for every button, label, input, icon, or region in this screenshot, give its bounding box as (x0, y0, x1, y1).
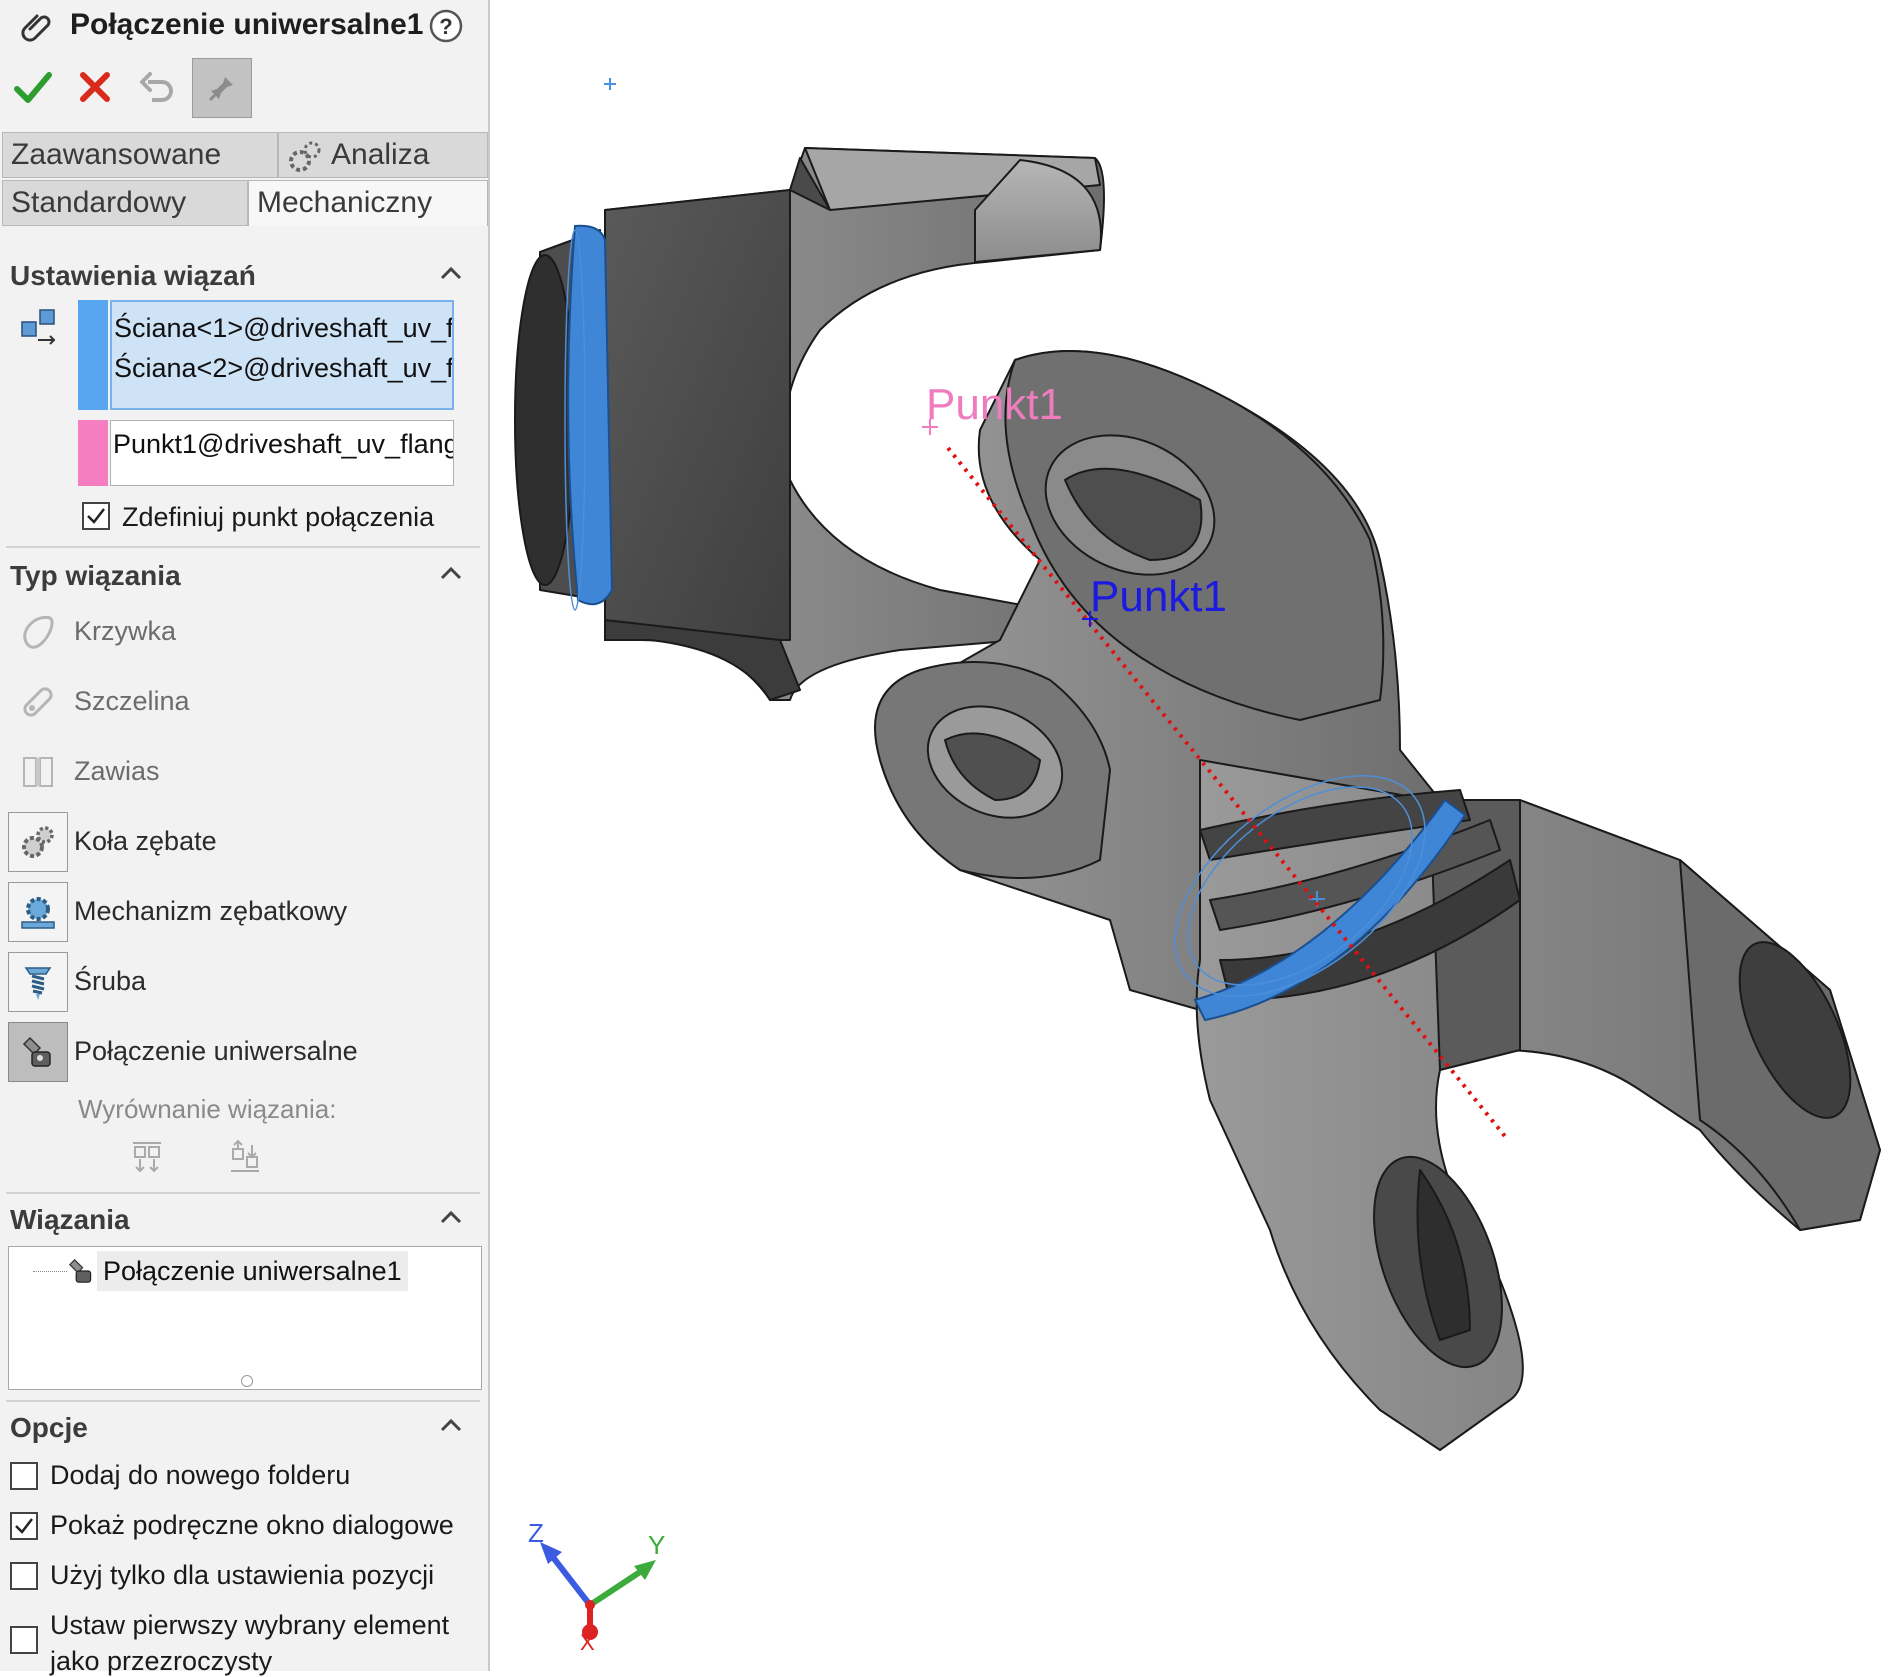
origin-marker-icon (604, 78, 616, 90)
point1-label-pink: Punkt1 (926, 380, 1063, 429)
checkmark-icon (14, 72, 52, 103)
mate-type-section-header[interactable]: Typ wiązania (0, 556, 480, 596)
graphics-viewport[interactable]: Punkt1 Punkt1 Z Y X (490, 0, 1892, 1671)
triad-y-label: Y (648, 1530, 666, 1560)
ok-checkmark-button[interactable] (10, 64, 56, 110)
triad-z-label: Z (528, 1518, 544, 1548)
tab-analiza[interactable]: Analiza (278, 132, 488, 178)
mate-type-slot[interactable]: Szczelina (8, 672, 478, 732)
section-divider (6, 546, 480, 548)
mate-selections-icon (18, 306, 62, 350)
pushpin-icon (208, 77, 233, 102)
property-manager-panel: Połączenie uniwersalne1 ? Zaawansowane A… (0, 0, 490, 1676)
paperclip-icon (20, 8, 56, 44)
gears-icon (289, 141, 321, 172)
chevron-up-icon[interactable] (436, 258, 466, 288)
help-question-icon[interactable]: ? (428, 8, 464, 44)
make-transparent-label-line2: jako przezroczysty (50, 1646, 273, 1676)
mate-type-hinge[interactable]: Zawias (8, 742, 478, 802)
point-color-swatch (78, 420, 108, 486)
anti-aligned-button[interactable] (222, 1134, 268, 1180)
mate-type-universal-joint[interactable]: Połączenie uniwersalne (8, 1022, 478, 1082)
triad-x-label: X (580, 1630, 595, 1655)
selection-color-swatch (78, 300, 108, 410)
screw-icon (24, 967, 52, 1000)
define-point-checkbox[interactable] (82, 502, 110, 530)
define-point-label: Zdefiniuj punkt połączenia (122, 502, 435, 532)
show-popup-dialog-label: Pokaż podręczne okno dialogowe (50, 1510, 454, 1540)
point1-label-blue: Punkt1 (1090, 572, 1227, 621)
lower-shaft-yoke (1195, 759, 1881, 1451)
undo-icon (140, 72, 173, 102)
chevron-up-icon[interactable] (436, 1202, 466, 1232)
aligned-button[interactable] (124, 1134, 170, 1180)
section-divider (6, 1192, 480, 1194)
coordinate-triad (540, 1542, 656, 1640)
universal-joint-icon (68, 1258, 92, 1283)
make-transparent-checkbox[interactable] (10, 1626, 38, 1654)
mate-alignment-label: Wyrównanie wiązania: (78, 1094, 337, 1124)
selection-item[interactable]: Ściana<1>@driveshaft_uv_fl (114, 308, 452, 348)
list-item[interactable]: Połączenie uniwersalne1 (68, 1251, 408, 1291)
show-popup-dialog-checkbox[interactable] (10, 1512, 38, 1540)
undo-button[interactable] (134, 64, 180, 110)
mate-type-gears[interactable]: Koła zębate (8, 812, 478, 872)
positioning-only-checkbox[interactable] (10, 1562, 38, 1590)
mate-selections-list[interactable]: Ściana<1>@driveshaft_uv_fl Ściana<2>@dri… (110, 300, 454, 410)
cancel-button[interactable] (72, 64, 118, 110)
universal-joint-icon (22, 1036, 51, 1067)
gear-icon (22, 826, 54, 858)
panel-title: Połączenie uniwersalne1 (70, 8, 424, 41)
make-transparent-label: Ustaw pierwszy wybrany element (50, 1610, 450, 1640)
tab-mechaniczny[interactable]: Mechaniczny (248, 180, 488, 226)
tree-connector-line (33, 1271, 67, 1272)
mates-list[interactable]: Połączenie uniwersalne1 (8, 1246, 482, 1390)
selected-face-highlight (567, 224, 614, 606)
add-to-folder-checkbox[interactable] (10, 1462, 38, 1490)
anti-aligned-icon (231, 1139, 259, 1172)
add-to-folder-label: Dodaj do nowego folderu (50, 1460, 351, 1490)
svg-text:?: ? (439, 14, 452, 39)
positioning-only-label: Użyj tylko dla ustawienia pozycji (50, 1560, 435, 1590)
rack-pinion-icon (21, 897, 55, 929)
chevron-up-icon[interactable] (436, 558, 466, 588)
slot-icon (23, 687, 53, 717)
aligned-icon (133, 1142, 161, 1173)
tab-zaawansowane[interactable]: Zaawansowane (2, 132, 278, 178)
mate-type-cam[interactable]: Krzywka (8, 602, 478, 662)
mate-type-rack-pinion[interactable]: Mechanizm zębatkowy (8, 882, 478, 942)
mates-section-header[interactable]: Wiązania (0, 1200, 480, 1240)
close-x-icon (80, 72, 110, 102)
selection-item[interactable]: Ściana<2>@driveshaft_uv_fl (114, 348, 452, 388)
pin-button[interactable] (192, 58, 252, 118)
model-render[interactable] (490, 0, 1892, 1671)
cam-icon (23, 615, 54, 649)
section-divider (6, 1400, 480, 1402)
chevron-up-icon[interactable] (436, 1410, 466, 1440)
resize-handle-icon[interactable] (241, 1375, 253, 1387)
mate-type-screw[interactable]: Śruba (8, 952, 478, 1012)
mate-settings-section-header[interactable]: Ustawienia wiązań (0, 256, 480, 296)
options-section-header[interactable]: Opcje (0, 1408, 480, 1448)
connection-point-field[interactable]: Punkt1@driveshaft_uv_flang (110, 420, 454, 486)
tab-standardowy[interactable]: Standardowy (2, 180, 248, 226)
hinge-icon (23, 757, 53, 787)
